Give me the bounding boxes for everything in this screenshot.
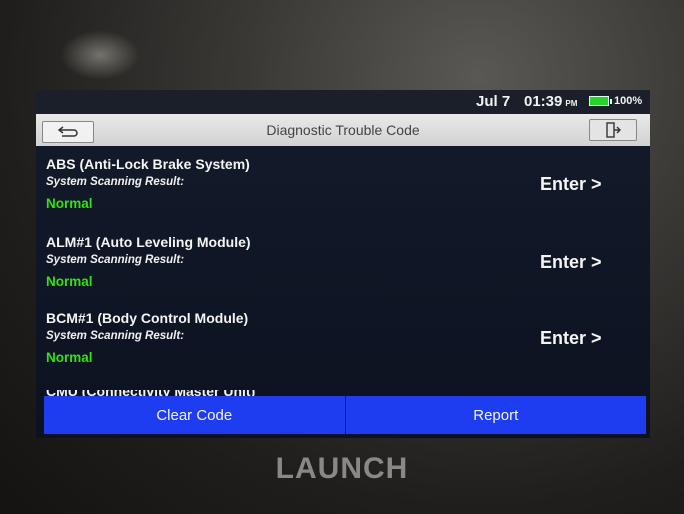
status-date: Jul 7 <box>476 93 511 110</box>
exit-button[interactable] <box>589 119 637 141</box>
clear-code-button[interactable]: Clear Code <box>44 396 345 434</box>
list-item[interactable]: ABS (Anti-Lock Brake System) System Scan… <box>36 146 650 224</box>
exit-icon <box>606 122 621 138</box>
battery-icon <box>589 96 612 106</box>
scan-result-status: Normal <box>46 274 93 289</box>
status-ampm: PM <box>565 99 578 108</box>
scan-result-status: Normal <box>46 196 93 211</box>
list-item[interactable]: BCM#1 (Body Control Module) System Scann… <box>36 300 650 378</box>
scan-result-label: System Scanning Result: <box>46 330 185 342</box>
report-button[interactable]: Report <box>346 396 647 434</box>
list-item[interactable]: ALM#1 (Auto Leveling Module) System Scan… <box>36 224 650 302</box>
status-bar: Jul 7 01:39 PM 100% <box>36 90 650 114</box>
screen: Jul 7 01:39 PM 100% Diagnostic Trouble Co… <box>36 90 650 438</box>
title-bar: Diagnostic Trouble Code <box>36 114 650 146</box>
scan-result-label: System Scanning Result: <box>46 176 185 188</box>
system-name: ALM#1 (Auto Leveling Module) <box>46 234 251 250</box>
battery-level: 100% <box>614 95 643 107</box>
device-frame: Jul 7 01:39 PM 100% Diagnostic Trouble Co… <box>0 0 684 514</box>
enter-button[interactable]: Enter > <box>540 252 602 273</box>
status-time: 01:39 PM <box>524 93 578 110</box>
bezel-glare <box>60 30 140 80</box>
enter-button[interactable]: Enter > <box>540 174 602 195</box>
action-bar: Clear Code Report <box>44 396 646 434</box>
system-list: ABS (Anti-Lock Brake System) System Scan… <box>36 146 650 398</box>
enter-button[interactable]: Enter > <box>540 328 602 349</box>
brand-logo: LAUNCH <box>275 452 409 485</box>
system-name: ABS (Anti-Lock Brake System) <box>46 156 250 172</box>
page-title: Diagnostic Trouble Code <box>266 122 420 138</box>
scan-result-status: Normal <box>46 350 93 365</box>
system-name: BCM#1 (Body Control Module) <box>46 310 249 326</box>
scan-result-label: System Scanning Result: <box>46 254 185 266</box>
